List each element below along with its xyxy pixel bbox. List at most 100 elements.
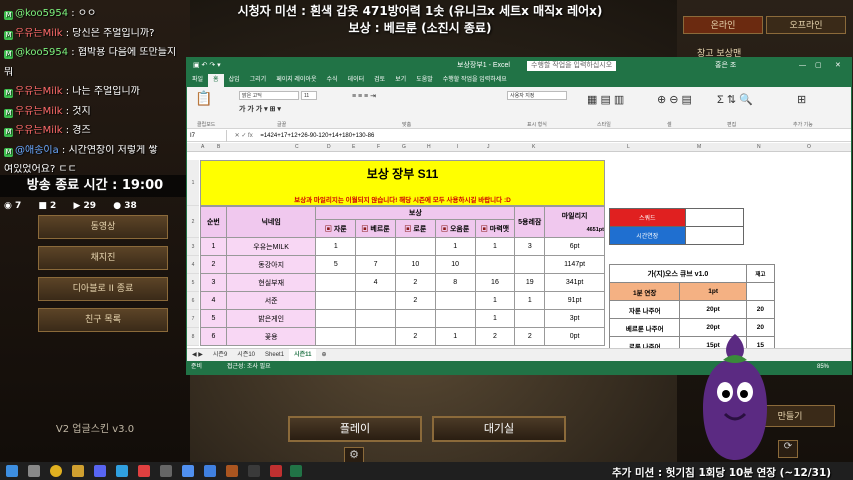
cube-cell[interactable]: 20 [745,300,776,319]
search-icon[interactable] [28,465,40,477]
font-format-buttons[interactable]: 가 가 가 ▾ ⊞ ▾ [239,104,281,114]
chat-username[interactable]: @koo5954 [15,8,68,19]
row-nick[interactable]: 우유는MILK [225,237,317,256]
app-icon[interactable] [116,465,128,477]
row-item-value[interactable]: 1 [315,237,357,256]
row-item-value[interactable]: 8 [434,273,476,292]
row-boss[interactable]: 2 [514,327,546,346]
row-mileage[interactable]: 0pt [544,327,605,346]
number-format-select[interactable]: 사용자 지정 [507,91,567,100]
squad-value[interactable] [684,208,745,227]
cube-cell[interactable]: 자룬 나주어 [608,300,681,319]
app-blue2-icon[interactable] [204,465,216,477]
column-header[interactable]: D [327,144,331,150]
folder-icon[interactable] [72,465,84,477]
row-nick[interactable]: 현실부재 [225,273,317,292]
row-item-value[interactable] [394,237,436,256]
row-mileage[interactable]: 341pt [544,273,605,292]
refresh-icon[interactable]: ⟳ [778,440,798,458]
row-item-value[interactable]: 10 [434,255,476,274]
row-header[interactable]: 7 [187,310,199,328]
row-nick[interactable]: 밝은게인 [225,309,317,328]
ribbon-tab[interactable]: 수식 [322,74,343,87]
row-item-value[interactable]: 4 [355,273,396,292]
align-buttons[interactable]: ≡ ≡ ≡ ⇥ [352,92,376,100]
column-header[interactable]: O [807,144,811,150]
row-item-value[interactable]: 5 [315,255,357,274]
cube-cell[interactable]: 베르룬 나주어 [608,318,681,337]
column-header[interactable]: G [402,144,406,150]
row-item-value[interactable]: 1 [474,309,516,328]
cell-icons[interactable]: ⊕ ⊖ ▤ [657,93,692,106]
row-no[interactable]: 2 [200,255,227,274]
row-item-value[interactable] [315,327,357,346]
column-header[interactable]: H [427,144,431,150]
edit-icons[interactable]: Σ ⇅ 🔍 [717,93,753,106]
zoom-level[interactable]: 85% [817,361,829,374]
discord-icon[interactable] [94,465,106,477]
row-no[interactable]: 4 [200,291,227,310]
chat-username[interactable]: 우유는Milk [15,28,63,39]
row-no[interactable]: 1 [200,237,227,256]
menu-button-second[interactable]: 채지진 [38,246,168,270]
style-icons[interactable]: ▦ ▤ ▥ [587,93,624,106]
ribbon-tab[interactable]: 보기 [390,74,411,87]
cube-cell[interactable]: 20pt [679,300,747,319]
column-header[interactable]: F [377,144,380,150]
ribbon-tab[interactable]: 도움말 [411,74,438,87]
close-icon[interactable]: ✕ [835,58,841,74]
chat-username[interactable]: @애송이a [15,145,59,156]
row-header[interactable]: 4 [187,256,199,274]
column-header[interactable]: J [487,144,490,150]
row-item-value[interactable] [355,291,396,310]
row-item-value[interactable] [315,273,357,292]
column-header[interactable]: K [532,144,535,150]
tab-offline[interactable]: 오프라인 [766,16,846,34]
row-header[interactable]: 5 [187,274,199,292]
column-header[interactable]: E [352,144,355,150]
menu-button-exit[interactable]: 디아블로 II 종료 [38,277,168,301]
row-item-value[interactable] [355,309,396,328]
obs-icon[interactable] [160,465,172,477]
row-item-value[interactable]: 1 [474,291,516,310]
row-nick[interactable]: 동강아지 [225,255,317,274]
row-item-value[interactable]: 2 [394,327,436,346]
column-header[interactable]: B [217,144,220,150]
row-item-value[interactable] [315,291,357,310]
row-item-value[interactable] [434,291,476,310]
ribbon-tab[interactable]: 수행할 작업을 입력하세요 [438,74,512,87]
row-boss[interactable]: 19 [514,273,546,292]
row-item-value[interactable] [355,327,396,346]
row-mileage[interactable]: 6pt [544,237,605,256]
windows-start-icon[interactable] [6,465,18,477]
row-item-value[interactable]: 1 [474,237,516,256]
row-item-value[interactable] [315,309,357,328]
chat-username[interactable]: @koo5954 [15,47,68,58]
row-boss[interactable]: 1 [514,291,546,310]
app-dark-icon[interactable] [248,465,260,477]
tab-online[interactable]: 온라인 [683,16,763,34]
row-no[interactable]: 3 [200,273,227,292]
sheet-grid[interactable]: 보상 장부 S11 보상과 마일리지는 이월되지 않습니다! 해당 시즌에 모두… [187,152,851,348]
ribbon-tab[interactable]: 삽입 [224,74,245,87]
paste-icon[interactable]: 📋 [195,90,212,107]
menu-button-video[interactable]: 동영상 [38,215,168,239]
row-mileage[interactable]: 91pt [544,291,605,310]
row-nick[interactable]: 서준 [225,291,317,310]
ribbon-tab[interactable]: 검토 [369,74,390,87]
row-item-value[interactable]: 7 [355,255,396,274]
ribbon-tab[interactable]: 홈 [208,74,224,87]
formula-input[interactable]: =1424+17+12+26-90-120+14+180+130-86 [260,133,374,139]
row-item-value[interactable] [434,309,476,328]
column-header[interactable]: M [697,144,701,150]
row-no[interactable]: 5 [200,309,227,328]
row-nick[interactable]: 꽃용 [225,327,317,346]
ribbon-tab[interactable]: 페이지 레이아웃 [271,74,321,87]
fx-icon[interactable]: ✕ ✓ fx [229,130,259,142]
column-header[interactable]: C [295,144,299,150]
lobby-button[interactable]: 대기실 [432,416,566,442]
minimize-icon[interactable]: — [799,58,806,74]
play-button[interactable]: 플레이 [288,416,422,442]
row-item-value[interactable]: 1 [434,237,476,256]
font-name-select[interactable]: 맑은 고딕 [239,91,299,100]
